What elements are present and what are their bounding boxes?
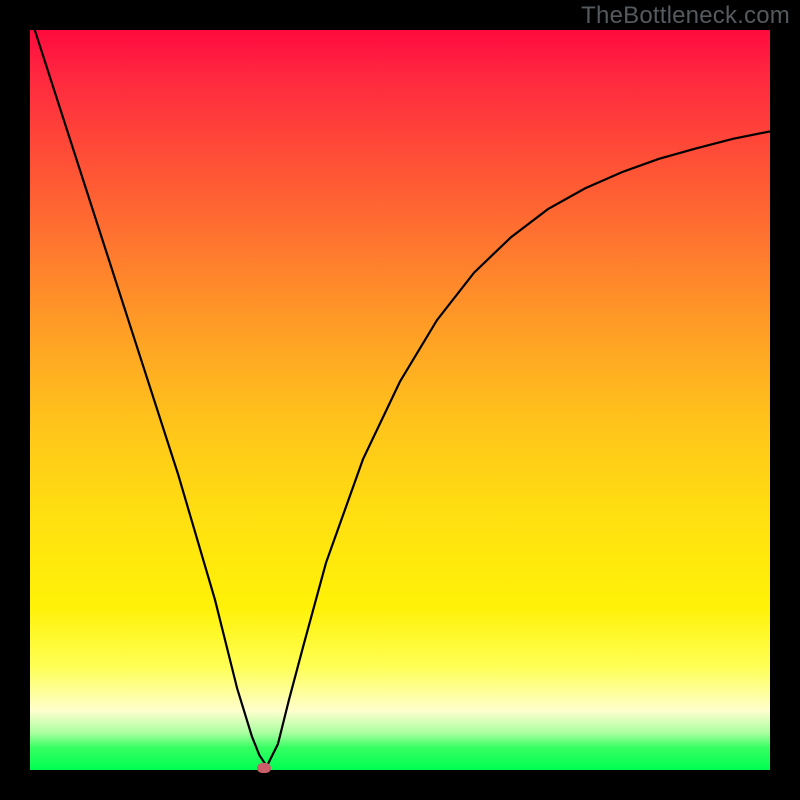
- curve-svg: [30, 30, 770, 770]
- plot-area: [30, 30, 770, 770]
- chart-frame: TheBottleneck.com: [0, 0, 800, 800]
- optimum-marker: [257, 763, 271, 773]
- bottleneck-curve: [30, 15, 770, 766]
- watermark-text: TheBottleneck.com: [581, 2, 790, 30]
